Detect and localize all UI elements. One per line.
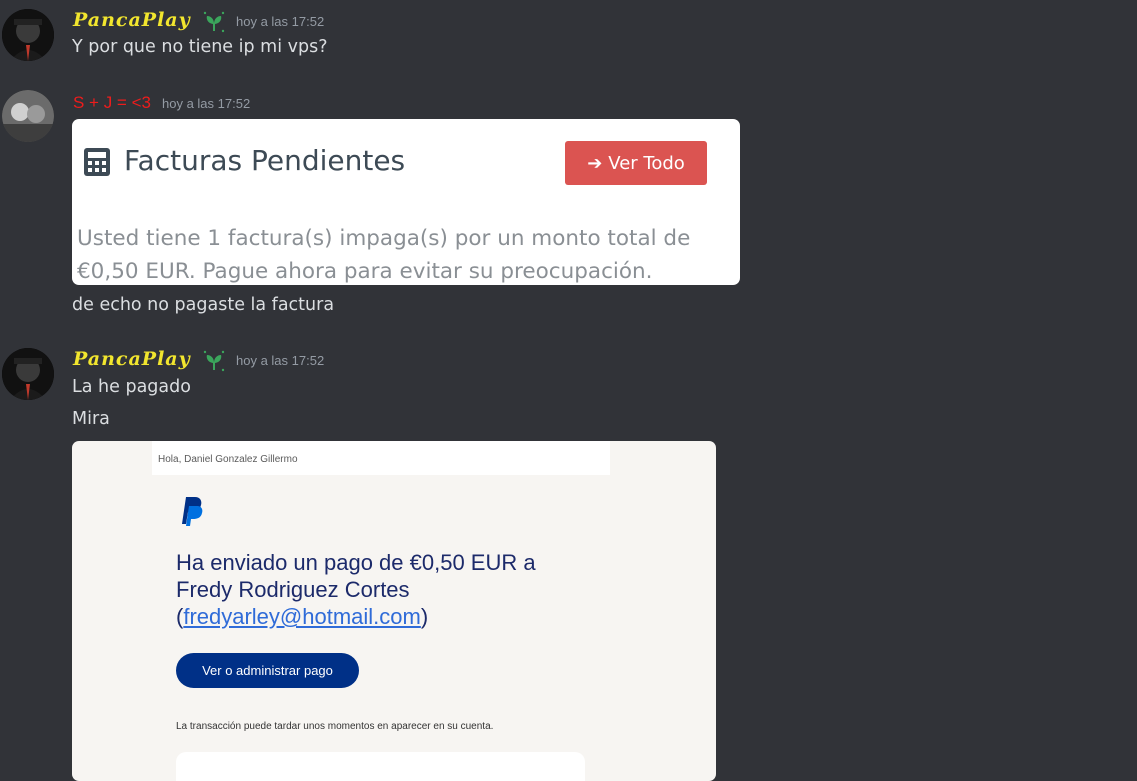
details-card	[176, 752, 585, 781]
timestamp: hoy a las 17:52	[162, 96, 251, 111]
sprout-icon	[203, 350, 225, 372]
arrow-right-icon: ➔	[587, 152, 603, 174]
message-text: de echo no pagaste la factura	[72, 295, 335, 315]
timestamp: hoy a las 17:52	[236, 353, 325, 368]
view-all-label: Ver Todo	[608, 152, 685, 174]
invoice-title: Facturas Pendientes	[124, 144, 406, 177]
message-text: Y por que no tiene ip mi vps?	[72, 37, 328, 57]
sprout-icon	[203, 11, 225, 33]
transaction-note: La transacción puede tardar unos momento…	[176, 721, 494, 732]
avatar-image	[2, 9, 54, 61]
username[interactable]: PancaPlay	[73, 9, 191, 31]
avatar[interactable]	[2, 9, 54, 61]
message-text: La he pagado	[72, 377, 191, 397]
avatar-image	[2, 348, 54, 400]
avatar[interactable]	[2, 348, 54, 400]
greeting-text: Hola, Daniel Gonzalez Gillermo	[158, 454, 298, 465]
manage-payment-button[interactable]: Ver o administrar pago	[176, 653, 359, 688]
payment-heading-suffix: )	[420, 604, 429, 629]
timestamp: hoy a las 17:52	[236, 14, 325, 29]
payment-embed[interactable]: Hola, Daniel Gonzalez Gillermo Ha enviad…	[72, 441, 716, 781]
avatar-image	[2, 90, 54, 142]
calculator-icon	[84, 148, 110, 176]
view-all-button[interactable]: ➔ Ver Todo	[565, 141, 707, 185]
invoice-embed[interactable]: Facturas Pendientes ➔ Ver Todo Usted tie…	[72, 119, 740, 285]
paypal-logo	[182, 497, 203, 526]
invoice-body: Usted tiene 1 factura(s) impaga(s) por u…	[77, 226, 691, 284]
message-text: Mira	[72, 409, 110, 429]
greeting-bar: Hola, Daniel Gonzalez Gillermo	[152, 441, 610, 475]
username[interactable]: S + J = <3	[73, 93, 151, 113]
username[interactable]: PancaPlay	[73, 348, 191, 370]
payment-heading: Ha enviado un pago de €0,50 EUR a Fredy …	[176, 549, 596, 630]
avatar[interactable]	[2, 90, 54, 142]
recipient-email-link[interactable]: fredyarley@hotmail.com	[183, 604, 421, 629]
